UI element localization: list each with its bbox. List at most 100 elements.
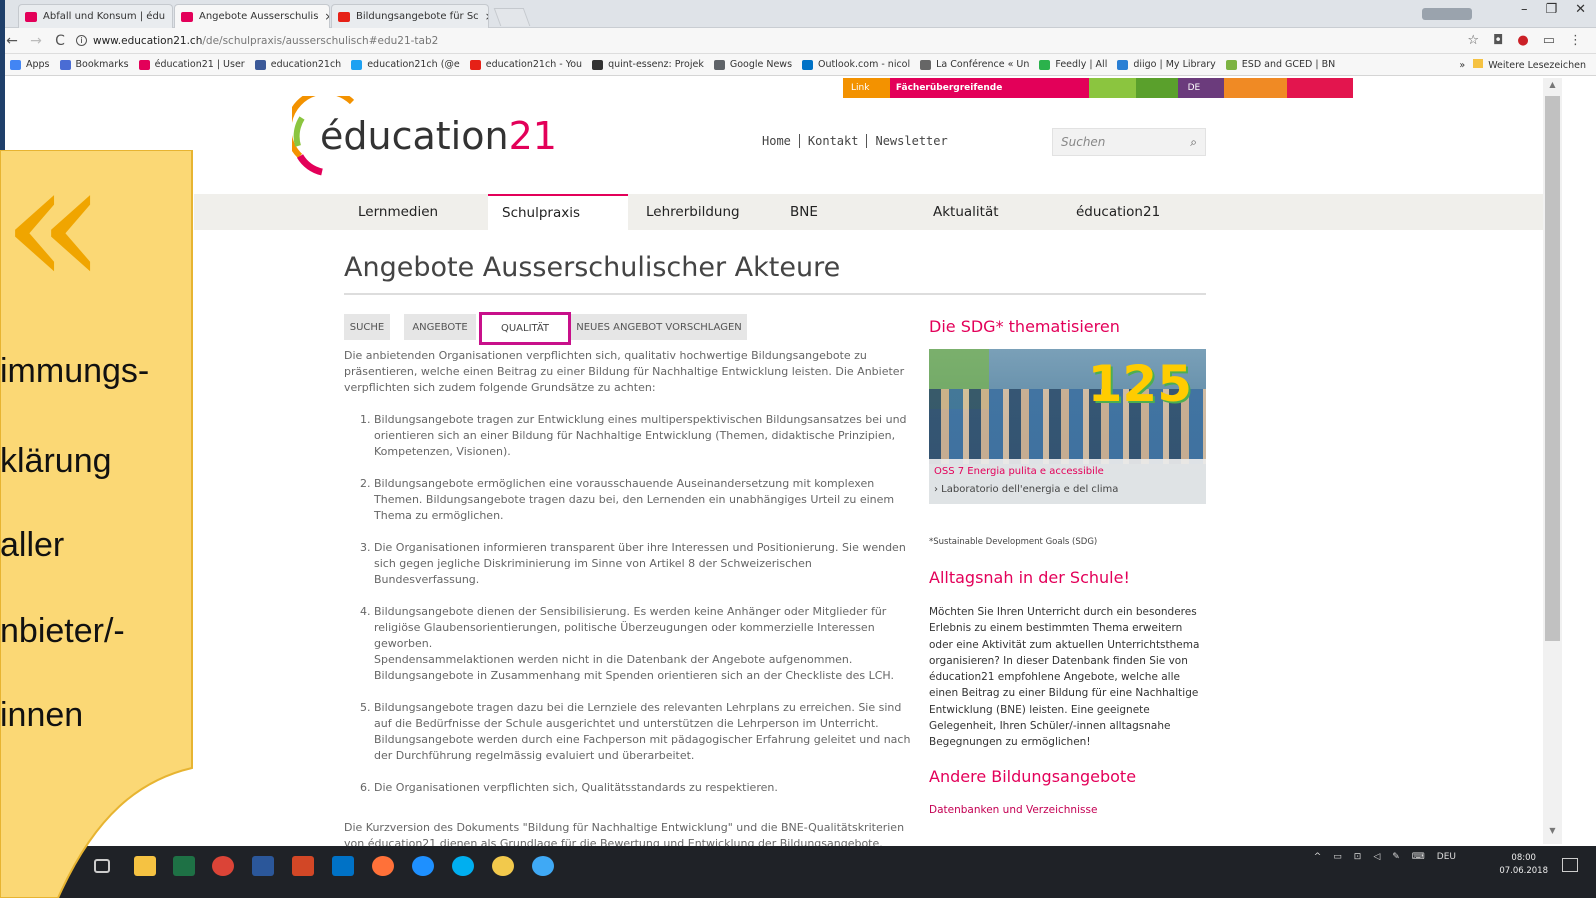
feedly-icon [1039,59,1051,70]
edge-icon[interactable] [412,856,434,876]
link-dropdown[interactable]: Link ▼ [843,78,890,113]
bookmark-esd-gced[interactable]: ESD and GCED | BN [1225,59,1335,70]
menu-lernmedien[interactable]: Lernmedien [344,194,488,230]
firefox-icon[interactable] [372,856,394,876]
menu-lehrerbildung[interactable]: Lehrerbildung [632,194,774,230]
cast-icon[interactable]: ▭ [1543,33,1555,48]
scroll-down-icon[interactable]: ▼ [1543,826,1562,840]
twitter-icon [351,59,363,70]
bookmarks-bar: Apps Bookmarks éducation21 | User educat… [0,54,1596,76]
google-news-icon [713,59,725,70]
tab-angebote[interactable]: ANGEBOTE [404,314,476,340]
tray-chevron-icon[interactable]: ^ [1314,852,1322,862]
bookmark-outlook[interactable]: Outlook.com - nicol [802,59,910,70]
tab-close-icon[interactable]: × [324,10,329,23]
close-window-icon[interactable]: ✕ [1575,2,1586,17]
list-item: 3. Die Organisationen informieren transpa… [360,541,906,586]
education21-logo[interactable]: éducation21 [320,114,557,158]
extension-icon[interactable]: ◘ [1493,33,1503,48]
pen-icon[interactable]: ✎ [1392,852,1400,862]
chrome-icon[interactable] [212,856,234,876]
other-bookmarks[interactable]: Weitere Lesezeichen [1473,59,1586,71]
sdg-caption-link[interactable]: › Laboratorio dell'energia e del clima [934,481,1201,499]
keyboard-icon[interactable]: ⌨ [1412,852,1425,862]
language-dropdown[interactable]: DE ▼ [1177,78,1224,113]
scrollbar-thumb[interactable] [1545,96,1560,641]
system-tray: ^ ▭ ⊡ ◁ ✎ ⌨ DEU [1314,852,1456,862]
bookmark-twitter[interactable]: education21ch (@e [351,59,460,70]
powerpoint-icon[interactable] [292,856,314,876]
bookmark-bookmarks[interactable]: Bookmarks [59,59,129,70]
tab-close-icon[interactable]: × [171,10,172,23]
browser-tab-bildungsangebote[interactable]: Bildungsangebote für Sc × [331,4,489,28]
network-icon[interactable]: ⊡ [1354,852,1362,862]
datenbanken-link[interactable]: Datenbanken und Verzeichnisse [929,804,1097,816]
bookmark-education21-user[interactable]: éducation21 | User [138,59,245,70]
outlook-icon[interactable] [332,856,354,876]
search-icon[interactable]: ⌕ [1190,135,1197,150]
skype-icon[interactable] [452,856,474,876]
tab-title: Angebote Ausserschulis [199,11,319,22]
bookmark-google-news[interactable]: Google News [713,59,792,70]
search-input[interactable]: Suchen ⌕ [1052,128,1206,156]
tab-close-icon[interactable]: × [485,10,488,23]
home-link[interactable]: Home [762,134,800,148]
sdg-teaser[interactable]: 125 OSS 7 Energia pulita e accessibile ›… [929,349,1206,504]
youtube-favicon-icon [338,11,350,22]
address-bar[interactable]: i www.education21.ch/de/schulpraxis/auss… [76,35,438,47]
new-tab-button[interactable] [493,8,531,26]
newsletter-link[interactable]: Newsletter [867,134,955,148]
browser-toolbar: ← → C i www.education21.ch/de/schulpraxi… [0,28,1596,54]
pinterest-icon[interactable]: ● [1517,33,1528,48]
sdg-heading: Die SDG* thematisieren [929,317,1120,336]
taskbar-clock[interactable]: 08:00 07.06.2018 [1499,852,1548,878]
info-icon[interactable]: i [76,35,87,46]
profile-button[interactable] [1422,8,1472,20]
tab-neues-angebot[interactable]: NEUES ANGEBOT VORSCHLAGEN [571,314,747,340]
bookmarks-overflow-icon[interactable]: » [1459,60,1465,71]
maps-pin-icon[interactable] [492,856,514,876]
list-item: 4. Bildungsangebote dienen der Sensibilis… [360,605,894,682]
andere-heading: Andere Bildungsangebote [929,767,1137,786]
word-icon[interactable] [252,856,274,876]
scroll-up-icon[interactable]: ▲ [1543,80,1562,94]
bookmark-diigo[interactable]: diigo | My Library [1117,59,1216,70]
battery-icon[interactable]: ▭ [1333,852,1342,862]
bookmark-feedly[interactable]: Feedly | All [1039,59,1107,70]
menu-education21[interactable]: éducation21 [1062,194,1206,230]
bookmark-youtube[interactable]: education21ch - You [469,59,582,70]
forward-arrow-icon[interactable]: → [24,33,48,49]
bookmark-apps[interactable]: Apps [10,59,50,70]
browser-tab-angebote[interactable]: Angebote Ausserschulis × [174,4,330,28]
bookmark-quint-essenz[interactable]: quint-essenz: Projek [592,59,704,70]
reload-icon[interactable]: C [48,33,72,49]
kontakt-link[interactable]: Kontakt [800,134,868,148]
sdg-footnote: *Sustainable Development Goals (SDG) [929,537,1098,547]
globe-app-icon[interactable] [532,856,554,876]
notification-icon[interactable] [1562,858,1578,872]
bookmark-la-conference[interactable]: La Conférence « Un [920,59,1029,70]
bookmark-facebook[interactable]: education21ch [254,59,341,70]
bookmark-star-icon[interactable]: ☆ [1467,33,1479,48]
minimize-icon[interactable]: – [1521,2,1528,17]
toolbar-extensions: ☆ ◘ ● ▭ ⋮ [1467,33,1596,48]
menu-kebab-icon[interactable]: ⋮ [1569,33,1582,48]
language-indicator[interactable]: DEU [1437,852,1456,862]
list-item: 1. Bildungsangebote tragen zur Entwicklun… [360,413,907,458]
menu-aktualitaet[interactable]: Aktualität [919,194,1061,230]
faecheruebergreifend-link[interactable]: Fächerübergreifende Bildungszugänge [889,78,1089,113]
sdg-number: 125 [1087,355,1192,413]
maximize-icon[interactable]: ❐ [1545,2,1557,17]
color-segment-red [1286,78,1353,98]
browser-tab-abfall[interactable]: Abfall und Konsum | édu × [18,4,173,28]
menu-bne[interactable]: BNE [776,194,918,230]
menu-schulpraxis[interactable]: Schulpraxis [488,194,628,230]
education21-favicon-icon [25,11,37,22]
list-item: 2. Bildungsangebote ermöglichen eine vora… [360,477,895,522]
callout-line: klärung [0,442,112,480]
principles-list: 1. Bildungsangebote tragen zur Entwicklun… [360,412,916,812]
volume-icon[interactable]: ◁ [1373,852,1380,862]
tab-qualitaet[interactable]: QUALITÄT [479,312,571,345]
dropdown-arrow-icon: ▼ [1201,103,1209,113]
tab-suche[interactable]: SUCHE [344,314,390,340]
